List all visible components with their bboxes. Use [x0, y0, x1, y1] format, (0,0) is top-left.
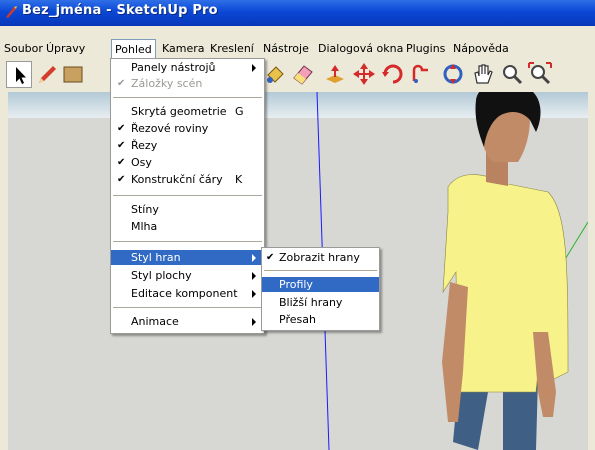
menu-item-editace-komponent[interactable]: Editace komponent [111, 286, 264, 301]
push-pull-tool-button[interactable] [322, 61, 348, 88]
checkmark-icon: ✔ [266, 252, 275, 263]
move-icon [353, 63, 375, 85]
toolbar [0, 58, 595, 93]
menu-item-skryta-geometrie[interactable]: Skrytá geometrie G [111, 104, 264, 119]
eraser-tool-button[interactable] [290, 61, 316, 88]
menu-item-osy[interactable]: ✔ Osy [111, 155, 264, 170]
menu-item-mlha[interactable]: Mlha [111, 219, 264, 234]
menu-item-label: Řezové roviny [131, 122, 209, 135]
submenu-arrow-icon [252, 318, 256, 326]
menu-item-label: Stíny [131, 203, 159, 216]
title-gap [0, 26, 595, 39]
menu-item-label: Osy [131, 156, 152, 169]
rotate-icon [382, 64, 403, 84]
menu-nastroje[interactable]: Nástroje [260, 39, 312, 58]
rectangle-tool-button[interactable] [62, 61, 88, 88]
menu-kamera[interactable]: Kamera [159, 39, 208, 58]
submenu-item-zobrazit-hrany[interactable]: ✔ Zobrazit hrany [262, 250, 379, 265]
menu-item-label: Zobrazit hrany [279, 251, 360, 264]
zoom-extents-tool-button[interactable] [527, 61, 553, 88]
paint-bucket-tool-button[interactable] [262, 61, 288, 88]
menu-napoveda[interactable]: Nápověda [450, 39, 512, 58]
checkmark-icon: ✔ [117, 140, 126, 151]
submenu-item-profily[interactable]: Profily [262, 277, 379, 292]
menu-item-animace[interactable]: Animace [111, 314, 264, 329]
menu-item-styl-hran[interactable]: Styl hran [111, 250, 264, 265]
submenu-arrow-icon [252, 290, 256, 298]
checkmark-icon: ✔ [117, 174, 126, 185]
submenu-item-presah[interactable]: Přesah [262, 312, 379, 327]
checkmark-icon: ✔ [117, 123, 126, 134]
eraser-icon [293, 65, 313, 85]
push-pull-icon [326, 65, 344, 83]
submenu-arrow-icon [252, 272, 256, 280]
zoom-icon [503, 65, 523, 85]
menu-item-label: Konstrukční čáry [131, 173, 223, 186]
menu-separator [113, 195, 262, 196]
menu-plugins[interactable]: Plugins [403, 39, 448, 58]
checkmark-icon: ✔ [117, 78, 126, 89]
rectangle-icon [63, 66, 83, 83]
menu-item-label: Řezy [131, 139, 158, 152]
menu-item-label: Styl plochy [131, 269, 192, 282]
submenu-arrow-icon [252, 64, 256, 72]
menu-item-label: Mlha [131, 220, 158, 233]
title-bar: Bez_jména - SketchUp Pro [0, 0, 595, 26]
menu-shortcut: K [235, 173, 243, 186]
orbit-tool-button[interactable] [440, 61, 466, 88]
menu-item-label: Skrytá geometrie [131, 105, 227, 118]
orbit-icon [443, 64, 463, 84]
menu-bar: Soubor Úpravy Pohled Kamera Kreslení Nás… [0, 39, 595, 59]
menu-separator [264, 270, 377, 271]
menu-item-rezove-roviny[interactable]: ✔ Řezové roviny [111, 121, 264, 136]
menu-item-konstrukcni-cary[interactable]: ✔ Konstrukční čáry K [111, 172, 264, 187]
follow-me-icon [412, 64, 428, 83]
rotate-tool-button[interactable] [380, 61, 406, 88]
menu-item-label: Editace komponent [131, 287, 238, 300]
menu-kresleni[interactable]: Kreslení [207, 39, 257, 58]
window-right-frame [588, 92, 595, 450]
menu-soubor[interactable]: Soubor [1, 39, 46, 58]
window-left-frame [0, 92, 8, 450]
sketchup-logo-icon [6, 6, 17, 18]
submenu-arrow-icon [252, 254, 256, 262]
menu-item-label: Styl hran [131, 251, 181, 264]
edge-style-submenu: ✔ Zobrazit hrany Profily Bližší hrany Př… [261, 247, 380, 331]
menu-item-label: Bližší hrany [279, 296, 343, 309]
pan-icon [474, 64, 493, 84]
select-arrow-icon [16, 67, 26, 84]
window-title: Bez_jména - SketchUp Pro [22, 3, 218, 18]
menu-item-panely-nastroju[interactable]: Panely nástrojů [111, 60, 264, 75]
pencil-tool-button[interactable] [34, 61, 60, 88]
pan-tool-button[interactable] [470, 61, 496, 88]
menu-upravy[interactable]: Úpravy [43, 39, 88, 58]
menu-item-label: Přesah [279, 313, 316, 326]
move-tool-button[interactable] [351, 61, 377, 88]
select-tool-button[interactable] [6, 61, 32, 88]
menu-item-styl-plochy[interactable]: Styl plochy [111, 268, 264, 283]
follow-me-tool-button[interactable] [408, 61, 434, 88]
menu-item-label: Animace [131, 315, 179, 328]
zoom-tool-button[interactable] [499, 61, 525, 88]
menu-separator [113, 307, 262, 308]
menu-item-label: Profily [279, 278, 313, 291]
menu-item-label: Panely nástrojů [131, 61, 216, 74]
menu-separator [113, 97, 262, 98]
menu-item-label: Záložky scén [131, 77, 203, 90]
pencil-icon [39, 66, 56, 83]
menu-pohled[interactable]: Pohled [111, 39, 156, 58]
view-menu-dropdown: Panely nástrojů ✔ Záložky scén Skrytá ge… [110, 58, 265, 334]
menu-shortcut: G [235, 105, 244, 118]
zoom-extents-icon [528, 62, 552, 85]
checkmark-icon: ✔ [117, 157, 126, 168]
menu-item-zalozky-scen[interactable]: ✔ Záložky scén [111, 76, 264, 91]
menu-item-rezy[interactable]: ✔ Řezy [111, 138, 264, 153]
paint-bucket-icon [267, 66, 284, 83]
menu-separator [113, 241, 262, 242]
submenu-item-blizsi-hrany[interactable]: Bližší hrany [262, 295, 379, 310]
menu-item-stiny[interactable]: Stíny [111, 202, 264, 217]
menu-dialogova-okna[interactable]: Dialogová okna [315, 39, 406, 58]
